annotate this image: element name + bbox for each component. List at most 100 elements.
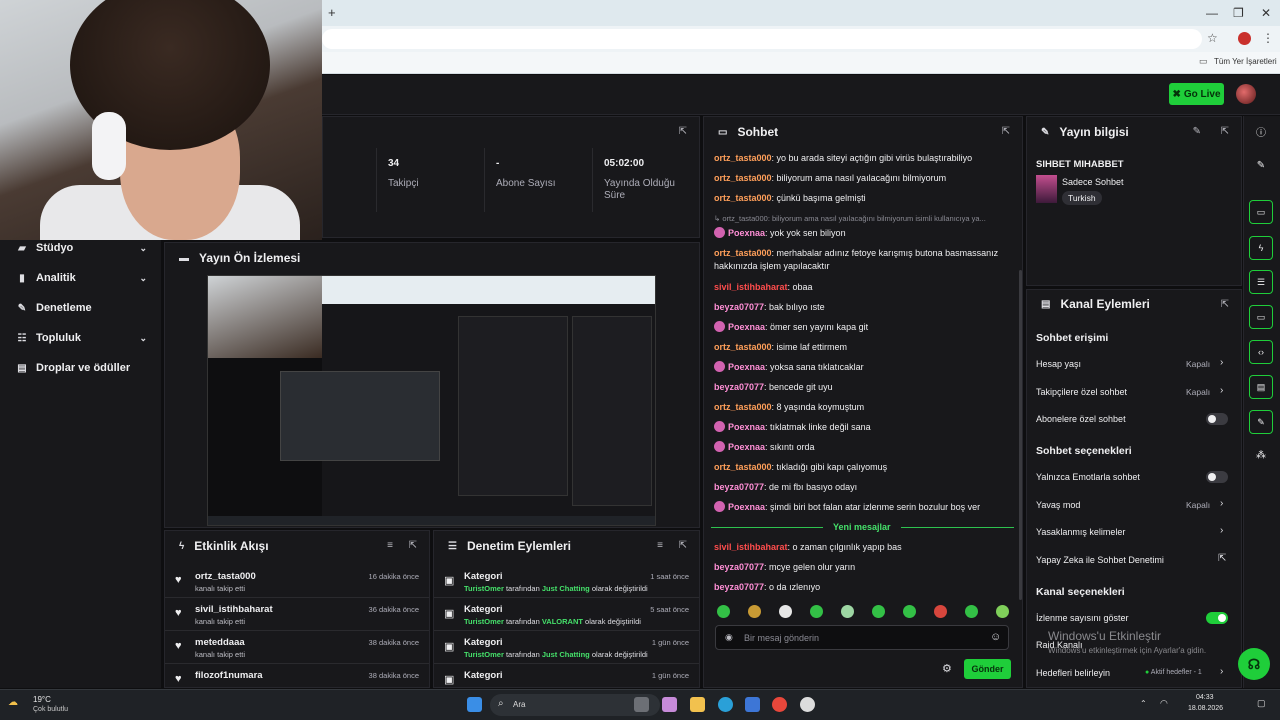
settings-gear-icon[interactable]: ⚙ bbox=[942, 662, 952, 675]
pencil-icon[interactable]: ✎ bbox=[1253, 160, 1269, 176]
emote-icon[interactable] bbox=[841, 605, 854, 618]
chat-username[interactable]: ortz_tasta000 bbox=[714, 248, 772, 258]
popout-icon[interactable]: ⇱ bbox=[1221, 126, 1229, 137]
chat-username[interactable]: ortz_tasta000 bbox=[714, 462, 772, 472]
emote-only-label: Yalnızca Emotlarla sohbet bbox=[1036, 472, 1140, 482]
banned-words-label[interactable]: Yasaklanmış kelimeler bbox=[1036, 527, 1125, 537]
emote-icon[interactable] bbox=[779, 605, 792, 618]
chat-username[interactable]: ortz_tasta000 bbox=[714, 193, 772, 203]
store-icon[interactable] bbox=[745, 697, 760, 712]
emote-icon[interactable] bbox=[996, 605, 1009, 618]
emote-icon[interactable] bbox=[748, 605, 761, 618]
chat-username[interactable]: sivil_istihbaharat bbox=[714, 282, 788, 292]
popout-icon[interactable]: ⇱ bbox=[679, 540, 687, 551]
edge-icon[interactable] bbox=[718, 697, 733, 712]
info-icon[interactable]: ⓘ bbox=[1253, 124, 1269, 140]
chevron-right-icon[interactable]: › bbox=[1220, 666, 1223, 677]
chevron-right-icon[interactable]: › bbox=[1220, 357, 1223, 368]
copilot-icon[interactable] bbox=[662, 697, 677, 712]
chat-username[interactable]: Poexnaa bbox=[728, 502, 765, 512]
ai-moderation-label[interactable]: Yapay Zeka ile Sohbet Denetimi bbox=[1036, 555, 1164, 565]
restore-icon[interactable]: ❐ bbox=[1233, 6, 1244, 20]
chevron-right-icon[interactable]: › bbox=[1220, 498, 1223, 509]
filter-icon[interactable]: ≡ bbox=[387, 540, 393, 551]
star-icon[interactable]: ☆ bbox=[1207, 31, 1218, 45]
category-name[interactable]: Sadece Sohbet bbox=[1062, 177, 1124, 187]
followers-only-label[interactable]: Takipçilere özel sohbet bbox=[1036, 387, 1127, 397]
emote-icon[interactable] bbox=[810, 605, 823, 618]
chevron-right-icon[interactable]: › bbox=[1220, 525, 1223, 536]
chat-input[interactable]: ◉ Bir mesaj gönderin ☺ bbox=[715, 625, 1009, 650]
external-link-icon[interactable]: ⇱ bbox=[1218, 553, 1226, 564]
rail-video-button[interactable]: ▭ bbox=[1249, 200, 1273, 224]
popout-icon[interactable]: ⇱ bbox=[1221, 299, 1229, 310]
popout-icon[interactable]: ⇱ bbox=[409, 540, 417, 551]
emote-icon[interactable] bbox=[903, 605, 916, 618]
tag-chip[interactable]: Turkish bbox=[1062, 191, 1102, 205]
popout-icon[interactable]: ⇱ bbox=[1002, 126, 1010, 137]
rail-activity-button[interactable]: ϟ bbox=[1249, 236, 1273, 260]
chat-username[interactable]: ortz_tasta000 bbox=[714, 173, 772, 183]
chat-scrollbar[interactable] bbox=[1019, 270, 1022, 600]
windows-start-icon[interactable] bbox=[467, 697, 482, 712]
chat-username[interactable]: Poexnaa bbox=[728, 362, 765, 372]
chat-username[interactable]: Poexnaa bbox=[728, 422, 765, 432]
emote-only-toggle[interactable] bbox=[1206, 471, 1228, 483]
go-live-button[interactable]: ✖ Go Live bbox=[1169, 83, 1224, 105]
sidebar-item-drops[interactable]: ▤ Droplar ve ödüller bbox=[0, 353, 161, 383]
emoji-icon[interactable]: ☺ bbox=[990, 631, 1001, 643]
sidebar-item-community[interactable]: ☷ Topluluk ⌄ bbox=[0, 323, 161, 353]
emote-icon[interactable] bbox=[717, 605, 730, 618]
badge-icon[interactable]: ◉ bbox=[725, 632, 733, 643]
obs-icon[interactable] bbox=[800, 697, 815, 712]
subs-only-toggle[interactable] bbox=[1206, 413, 1228, 425]
chrome-icon[interactable] bbox=[772, 697, 787, 712]
popout-icon[interactable]: ⇱ bbox=[679, 126, 687, 137]
rail-channel-button[interactable]: ▤ bbox=[1249, 375, 1273, 399]
edit-icon[interactable]: ✎ bbox=[1193, 126, 1201, 137]
file-explorer-icon[interactable] bbox=[690, 697, 705, 712]
chat-username[interactable]: ortz_tasta000 bbox=[714, 402, 772, 412]
help-button[interactable]: ☊ bbox=[1238, 648, 1270, 680]
minimize-icon[interactable]: — bbox=[1206, 6, 1218, 20]
user-avatar[interactable] bbox=[1236, 84, 1256, 104]
rail-chat-button[interactable]: ▭ bbox=[1249, 305, 1273, 329]
slow-mode-label[interactable]: Yavaş mod bbox=[1036, 500, 1080, 510]
tray-chevron-icon[interactable]: ⌃ bbox=[1140, 699, 1147, 708]
emote-icon[interactable] bbox=[872, 605, 885, 618]
share-icon[interactable]: ⁂ bbox=[1253, 450, 1269, 466]
goals-label[interactable]: Hedefleri belirleyin bbox=[1036, 668, 1110, 678]
chat-username[interactable]: Poexnaa bbox=[728, 442, 765, 452]
chat-username[interactable]: ortz_tasta000 bbox=[714, 153, 772, 163]
chat-username[interactable]: Poexnaa bbox=[728, 322, 765, 332]
notification-icon[interactable]: ▢ bbox=[1257, 698, 1266, 709]
all-bookmarks-link[interactable]: Tüm Yer İşaretleri bbox=[1214, 57, 1277, 66]
account-age-label[interactable]: Hesap yaşı bbox=[1036, 359, 1081, 369]
taskview-icon[interactable] bbox=[634, 697, 649, 712]
emote-icon[interactable] bbox=[965, 605, 978, 618]
close-icon[interactable]: ✕ bbox=[1261, 6, 1271, 20]
rail-wrench-button[interactable]: ✎ bbox=[1249, 410, 1273, 434]
chat-message: beyza07077: o da ızlenıyo bbox=[714, 582, 821, 592]
filter-icon[interactable]: ≡ bbox=[657, 540, 663, 551]
show-viewers-toggle[interactable] bbox=[1206, 612, 1228, 624]
stream-preview-video[interactable] bbox=[207, 275, 656, 526]
wifi-icon[interactable]: ◠ bbox=[1160, 698, 1168, 709]
extension-icon[interactable] bbox=[1238, 32, 1251, 45]
chat-username[interactable]: ortz_tasta000 bbox=[714, 342, 772, 352]
new-tab-button[interactable]: + bbox=[328, 5, 336, 20]
rail-modlog-button[interactable]: ☰ bbox=[1249, 270, 1273, 294]
chat-username[interactable]: beyza07077 bbox=[714, 382, 764, 392]
sidebar-item-moderation[interactable]: ✎ Denetleme bbox=[0, 293, 161, 323]
chat-username[interactable]: beyza07077 bbox=[714, 482, 764, 492]
chevron-right-icon[interactable]: › bbox=[1220, 385, 1223, 396]
address-bar[interactable] bbox=[322, 29, 1202, 49]
menu-icon[interactable]: ⋮ bbox=[1262, 31, 1274, 45]
mod-action-item: ▣ Kategori TuristOmer tarafından Just Ch… bbox=[434, 565, 699, 598]
send-button[interactable]: Gönder bbox=[964, 659, 1011, 679]
rail-code-button[interactable]: ‹› bbox=[1249, 340, 1273, 364]
chat-username[interactable]: Poexnaa bbox=[728, 228, 765, 238]
sidebar-item-analytics[interactable]: ▮ Analitik ⌄ bbox=[0, 263, 161, 293]
emote-icon[interactable] bbox=[934, 605, 947, 618]
chat-username[interactable]: beyza07077 bbox=[714, 302, 764, 312]
